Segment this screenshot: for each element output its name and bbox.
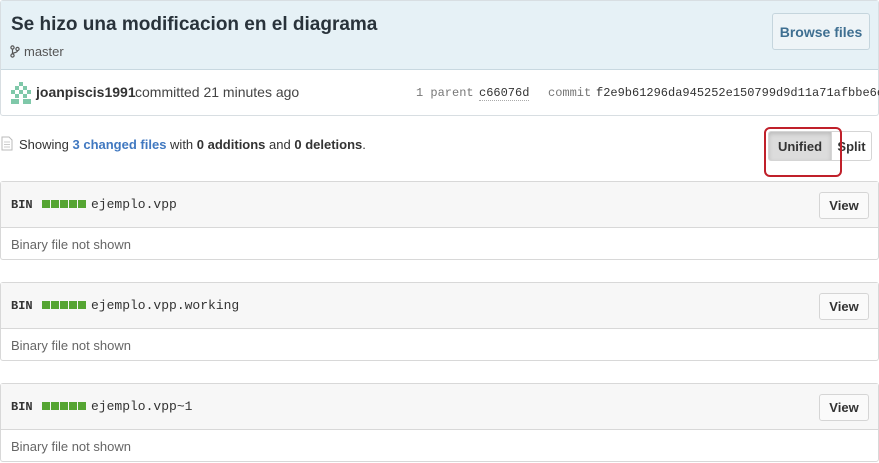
- summary-with: with: [170, 137, 194, 152]
- commit-time: committed 21 minutes ago: [135, 84, 300, 100]
- bin-badge: BIN: [11, 198, 33, 212]
- avatar[interactable]: [11, 82, 31, 104]
- browse-files-button[interactable]: Browse files: [772, 13, 870, 50]
- commit-meta: joanpiscis1991 committed 21 minutes ago …: [1, 71, 879, 115]
- file-diff: BIN ejemplo.vpp~1 View Binary file not s…: [0, 383, 879, 462]
- diff-view-toggle: Unified Split: [768, 131, 872, 161]
- file-diff: BIN ejemplo.vpp View Binary file not sho…: [0, 181, 879, 260]
- file-header: BIN ejemplo.vpp View: [1, 182, 878, 228]
- branch-indicator[interactable]: master: [10, 44, 64, 59]
- commit-title: Se hizo una modificacion en el diagrama: [11, 14, 378, 35]
- parent-sha-link[interactable]: c66076d: [479, 86, 530, 101]
- diffstat-blocks: [42, 200, 86, 208]
- split-button[interactable]: Split: [832, 131, 872, 161]
- branch-icon: [10, 45, 20, 58]
- changed-files-link[interactable]: 3 changed files: [73, 137, 167, 152]
- commit-label: commit: [548, 86, 592, 100]
- bin-badge: BIN: [11, 299, 33, 313]
- deletions-count: 0 deletions: [294, 137, 363, 152]
- file-header: BIN ejemplo.vpp~1 View: [1, 384, 878, 430]
- file-body-text: Binary file not shown: [11, 237, 131, 252]
- diff-summary-text: Showing 3 changed files with 0 additions…: [19, 137, 366, 152]
- diff-summary: Showing 3 changed files with 0 additions…: [0, 130, 879, 162]
- file-body-text: Binary file not shown: [11, 338, 131, 353]
- diffstat-blocks: [42, 301, 86, 309]
- file-name[interactable]: ejemplo.vpp.working: [91, 298, 239, 313]
- commit-header: Se hizo una modificacion en el diagrama …: [1, 1, 878, 70]
- summary-and: and: [269, 137, 291, 152]
- view-button[interactable]: View: [819, 293, 869, 320]
- file-name[interactable]: ejemplo.vpp: [91, 197, 177, 212]
- file-name[interactable]: ejemplo.vpp~1: [91, 399, 192, 414]
- commit-sha: f2e9b61296da945252e150799d9d11a71afbbe6e: [596, 86, 879, 100]
- branch-name: master: [24, 44, 64, 59]
- bin-badge: BIN: [11, 400, 33, 414]
- diffstat-blocks: [42, 402, 86, 410]
- unified-button[interactable]: Unified: [768, 131, 832, 161]
- additions-count: 0 additions: [196, 137, 266, 152]
- parent-label: 1 parent: [416, 86, 474, 100]
- file-diff: BIN ejemplo.vpp.working View Binary file…: [0, 282, 879, 361]
- view-button[interactable]: View: [819, 192, 869, 219]
- summary-period: .: [362, 137, 366, 152]
- file-header: BIN ejemplo.vpp.working View: [1, 283, 878, 329]
- file-body-text: Binary file not shown: [11, 439, 131, 454]
- file-icon: [1, 136, 13, 151]
- view-button[interactable]: View: [819, 394, 869, 421]
- summary-showing: Showing: [19, 137, 69, 152]
- commit-box: Se hizo una modificacion en el diagrama …: [0, 0, 879, 116]
- author-link[interactable]: joanpiscis1991: [36, 84, 136, 100]
